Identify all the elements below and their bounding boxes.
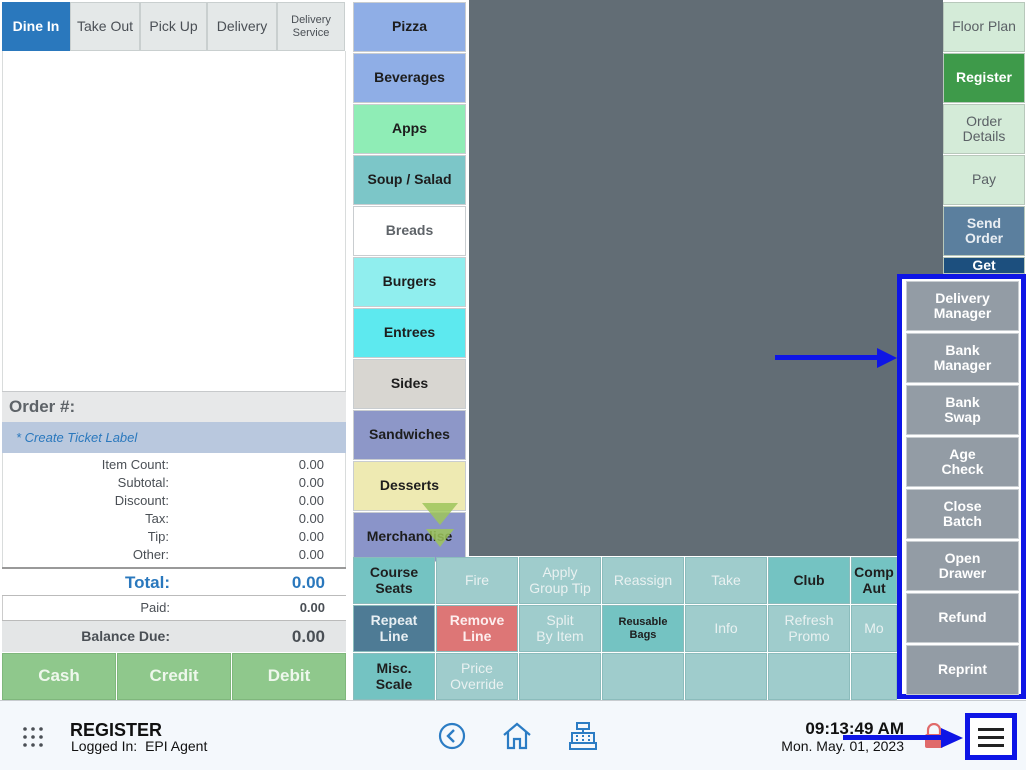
create-ticket-label-link[interactable]: * Create Ticket Label <box>2 422 346 453</box>
summary-value: 0.00 <box>298 547 324 562</box>
order-details-button[interactable]: Order Details <box>943 104 1025 154</box>
category-entrees[interactable]: Entrees <box>353 308 466 358</box>
cash-register-icon[interactable] <box>568 721 598 751</box>
order-number: Order #: <box>2 391 346 422</box>
paid-value: 0.00 <box>299 600 325 615</box>
hamburger-menu-button[interactable] <box>965 713 1017 760</box>
balance-due-value: 0.00 <box>291 627 325 646</box>
category-beverages[interactable]: Beverages <box>353 53 466 103</box>
summary-label: Discount: <box>114 493 169 508</box>
annotation-arrow-menu <box>843 728 965 748</box>
balance-due-row: Balance Due: 0.00 <box>2 620 346 652</box>
menu-item-bank-swap[interactable]: Bank Swap <box>906 385 1019 435</box>
summary-label: Item Count: <box>101 457 169 472</box>
tab-delivery[interactable]: Delivery <box>207 2 277 51</box>
paid-label: Paid: <box>140 600 170 615</box>
footer-bar: REGISTER Logged In: EPI Agent 09:13:49 A… <box>0 700 1026 770</box>
function-button-refresh-promo[interactable]: Refresh Promo <box>768 605 850 652</box>
register-button[interactable]: Register <box>943 53 1025 103</box>
menu-item-open-drawer[interactable]: Open Drawer <box>906 541 1019 591</box>
function-button-comp-aut[interactable]: Comp Aut <box>851 557 897 604</box>
function-button-reusable-bags[interactable]: Reusable Bags <box>602 605 684 652</box>
menu-item-refund[interactable]: Refund <box>906 593 1019 643</box>
balance-due-label: Balance Due: <box>81 628 170 644</box>
category-sides[interactable]: Sides <box>353 359 466 409</box>
summary-value: 0.00 <box>298 511 324 526</box>
function-button-empty-2-3[interactable] <box>602 653 684 700</box>
order-number-label: Order #: <box>9 397 76 416</box>
total-value: 0.00 <box>291 573 325 592</box>
category-breads[interactable]: Breads <box>353 206 466 256</box>
function-button-empty-2-6[interactable] <box>851 653 897 700</box>
create-ticket-label-text: * Create Ticket Label <box>16 430 138 445</box>
home-icon[interactable] <box>501 720 533 752</box>
send-order-button[interactable]: Send Order <box>943 206 1025 256</box>
summary-label: Other: <box>132 547 169 562</box>
total-row: Total: 0.00 <box>2 567 346 596</box>
summary-value: 0.00 <box>298 475 324 490</box>
summary-value: 0.00 <box>298 457 324 472</box>
menu-item-reprint[interactable]: Reprint <box>906 645 1019 695</box>
function-button-repeat-line[interactable]: Repeat Line <box>353 605 435 652</box>
debit-button[interactable]: Debit <box>232 653 346 700</box>
menu-item-age-check[interactable]: Age Check <box>906 437 1019 487</box>
paid-row: Paid: 0.00 <box>2 596 346 620</box>
function-button-info[interactable]: Info <box>685 605 767 652</box>
function-button-empty-2-5[interactable] <box>768 653 850 700</box>
category-sandwiches[interactable]: Sandwiches <box>353 410 466 460</box>
floor-plan-button[interactable]: Floor Plan <box>943 2 1025 52</box>
ticket-items-list[interactable] <box>2 51 346 391</box>
summary-value: 0.00 <box>298 493 324 508</box>
tab-take-out[interactable]: Take Out <box>70 2 140 51</box>
category-apps[interactable]: Apps <box>353 104 466 154</box>
tab-dine-in[interactable]: Dine In <box>2 2 70 51</box>
function-button-empty-2-4[interactable] <box>685 653 767 700</box>
function-button-fire[interactable]: Fire <box>436 557 518 604</box>
scroll-down-icon[interactable] <box>420 503 460 549</box>
function-button-course-seats[interactable]: Course Seats <box>353 557 435 604</box>
tab-pick-up[interactable]: Pick Up <box>140 2 207 51</box>
menu-items-area <box>469 0 943 556</box>
menu-item-delivery-manager[interactable]: Delivery Manager <box>906 281 1019 331</box>
function-button-remove-line[interactable]: Remove Line <box>436 605 518 652</box>
annotation-arrow <box>775 348 897 368</box>
function-button-price-override[interactable]: Price Override <box>436 653 518 700</box>
function-button-take[interactable]: Take <box>685 557 767 604</box>
credit-button[interactable]: Credit <box>117 653 231 700</box>
logged-in-user: EPI Agent <box>145 738 208 754</box>
summary-value: 0.00 <box>298 529 324 544</box>
menu-item-close-batch[interactable]: Close Batch <box>906 489 1019 539</box>
hamburger-menu-icon <box>978 727 1004 747</box>
function-button-club[interactable]: Club <box>768 557 850 604</box>
logged-in-info: Logged In: EPI Agent <box>71 738 207 754</box>
function-button-reassign[interactable]: Reassign <box>602 557 684 604</box>
function-button-misc-scale[interactable]: Misc. Scale <box>353 653 435 700</box>
totals-summary: Item Count: 0.00 Subtotal: 0.00 Discount: 0.0… <box>2 453 346 567</box>
total-label: Total: <box>124 573 170 592</box>
function-button-mo[interactable]: Mo <box>851 605 897 652</box>
logged-in-label: Logged In: <box>71 738 138 754</box>
summary-label: Tip: <box>147 529 169 544</box>
pay-button[interactable]: Pay <box>943 155 1025 205</box>
get-button[interactable]: Get <box>943 257 1025 274</box>
category-soup-salad[interactable]: Soup / Salad <box>353 155 466 205</box>
category-burgers[interactable]: Burgers <box>353 257 466 307</box>
category-pizza[interactable]: Pizza <box>353 2 466 52</box>
function-button-empty-2-2[interactable] <box>519 653 601 700</box>
function-button-split-by-item[interactable]: Split By Item <box>519 605 601 652</box>
summary-label: Tax: <box>145 511 169 526</box>
tab-delivery-service[interactable]: Delivery Service <box>277 2 345 51</box>
cash-button[interactable]: Cash <box>2 653 116 700</box>
back-circle-icon[interactable] <box>438 722 466 750</box>
menu-item-bank-manager[interactable]: Bank Manager <box>906 333 1019 383</box>
function-button-apply-group-tip[interactable]: Apply Group Tip <box>519 557 601 604</box>
summary-label: Subtotal: <box>117 475 169 490</box>
grid-dots-icon[interactable] <box>22 726 44 748</box>
